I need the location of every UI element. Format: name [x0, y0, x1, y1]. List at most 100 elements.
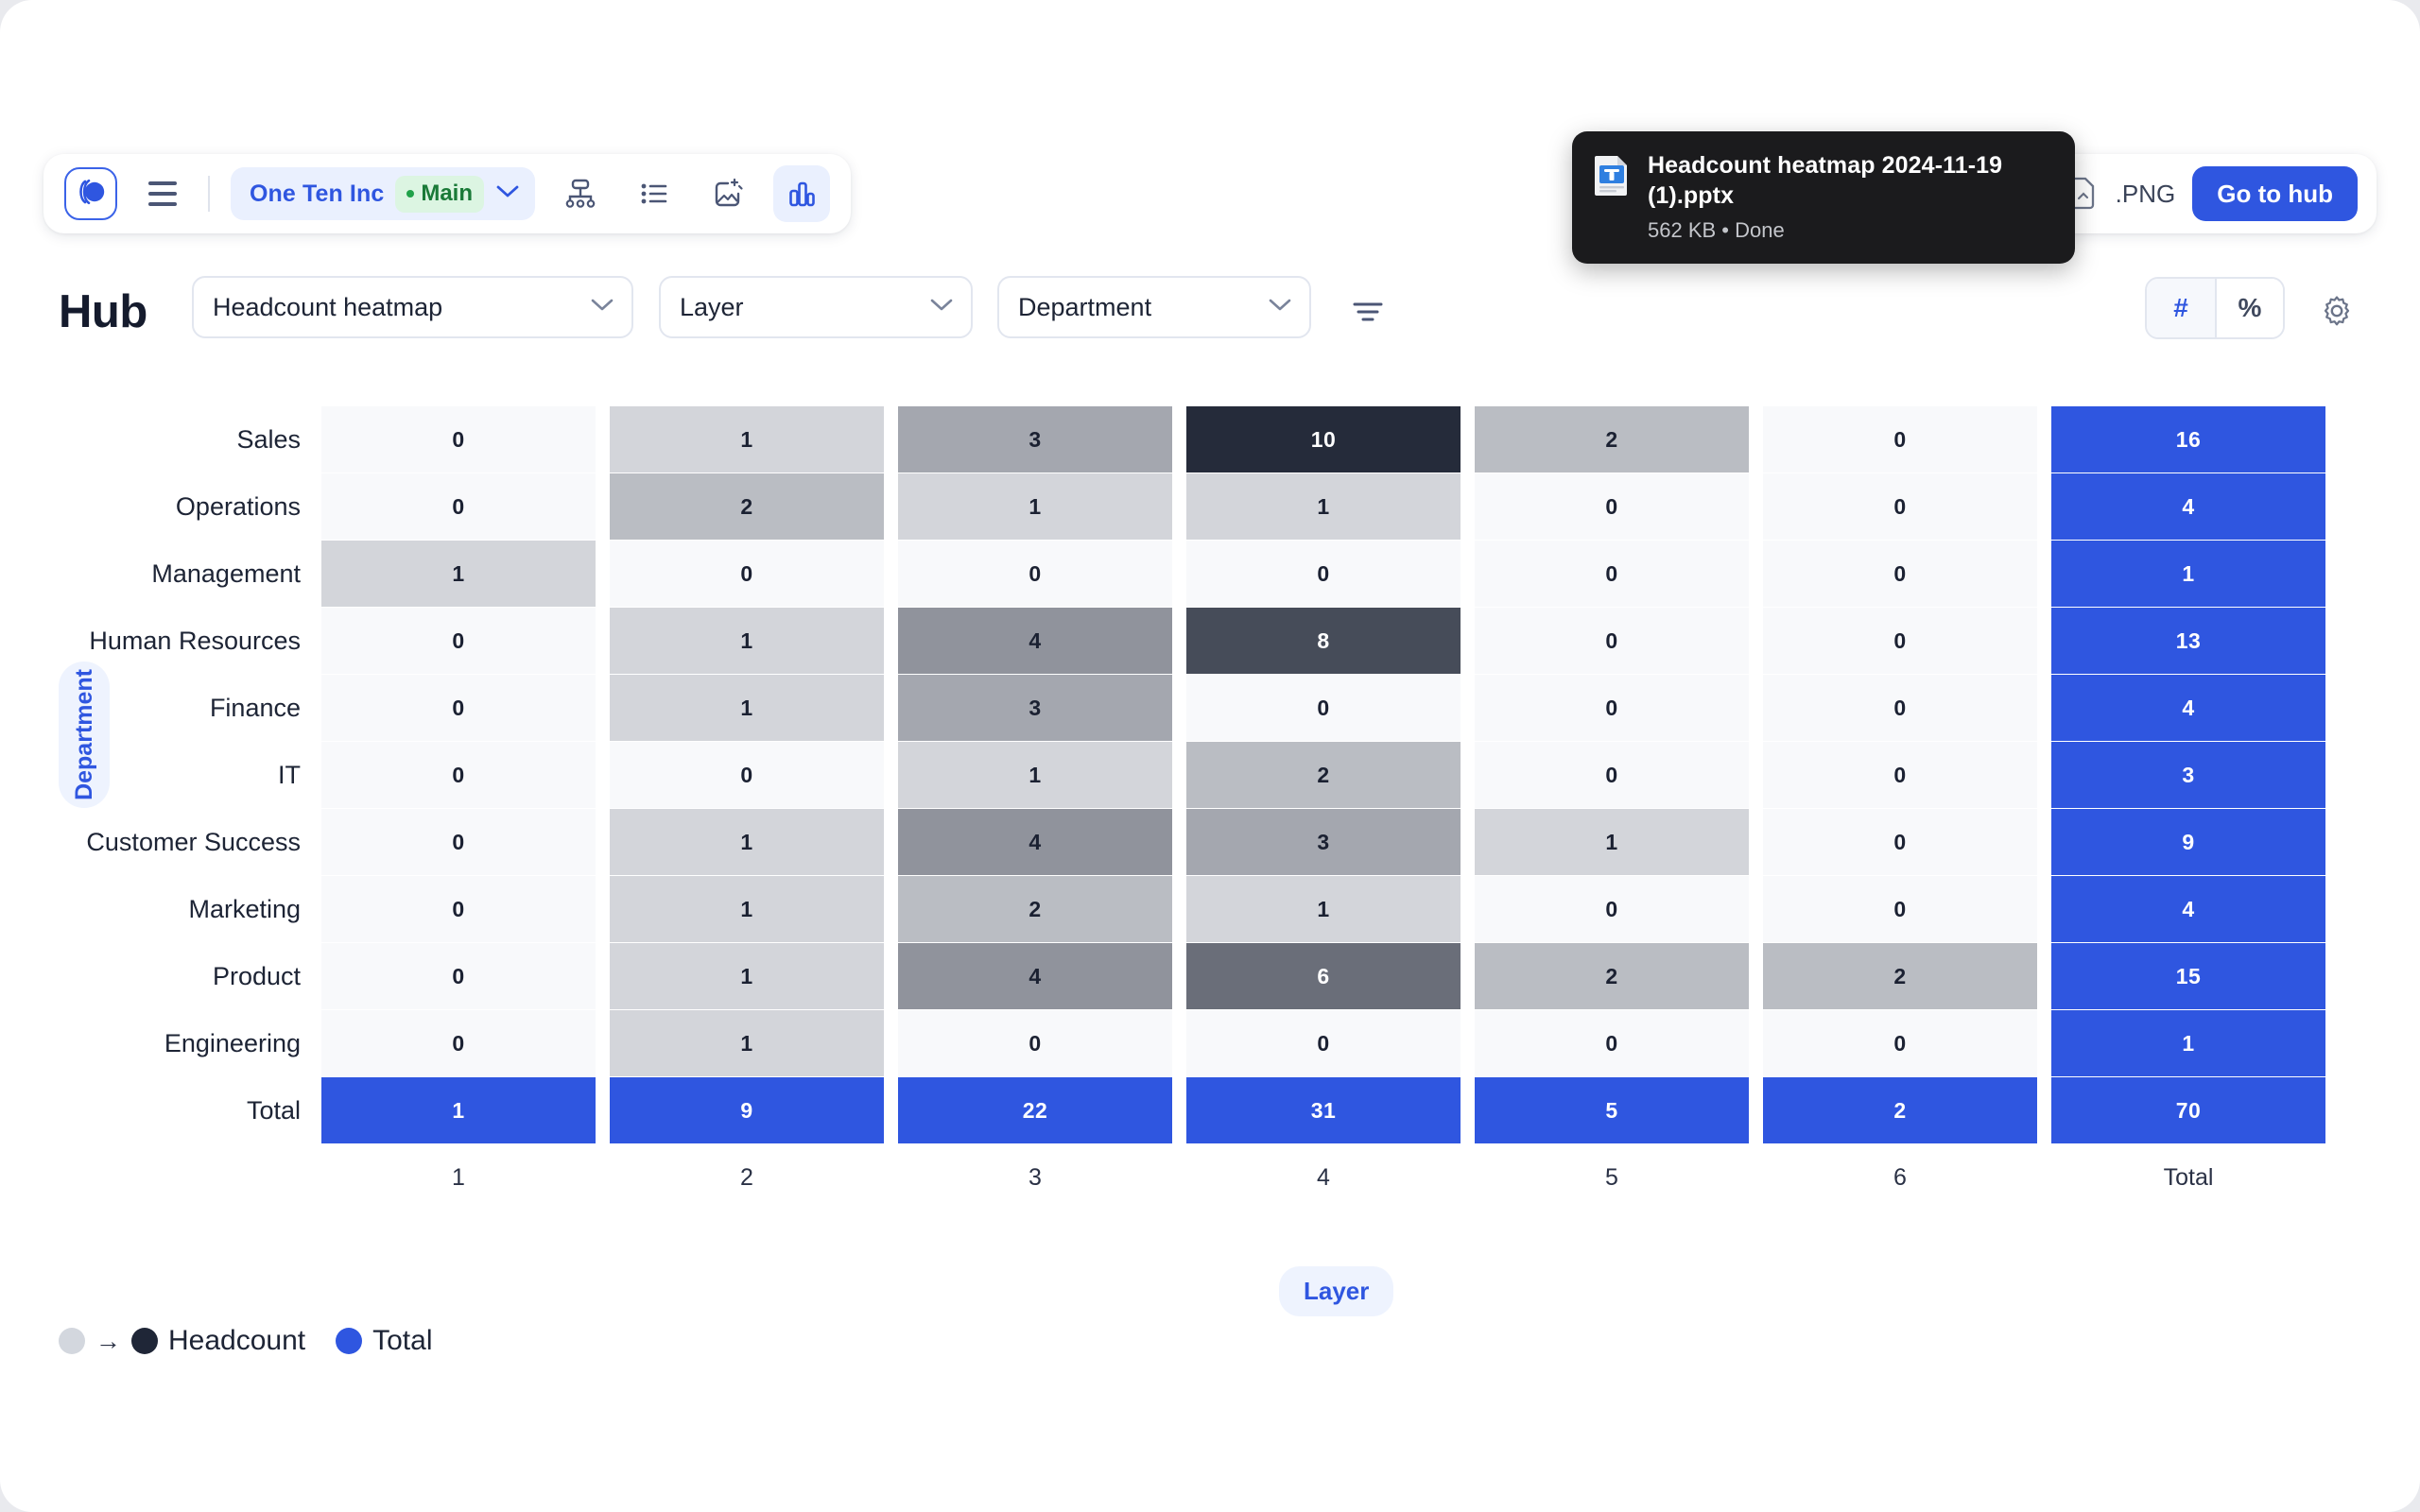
heatmap-total-cell[interactable]: 15	[2051, 943, 2325, 1009]
page-title: Hub	[59, 286, 147, 337]
org-selector[interactable]: One Ten Inc Main	[231, 167, 535, 220]
heatmap-total-cell[interactable]: 4	[2051, 473, 2325, 540]
report-select[interactable]: Headcount heatmap	[192, 276, 633, 338]
bar-chart-icon[interactable]	[773, 165, 830, 222]
heatmap-cell[interactable]: 0	[321, 742, 596, 808]
download-toast[interactable]: Headcount heatmap 2024-11-19 (1).pptx 56…	[1572, 131, 2075, 264]
heatmap-cell[interactable]: 1	[898, 742, 1172, 808]
heatmap-cell[interactable]: 6	[1186, 943, 1461, 1009]
heatmap-total-cell[interactable]: 1	[2051, 1010, 2325, 1076]
heatmap-cell[interactable]: 2	[1763, 943, 2037, 1009]
heatmap-cell[interactable]: 31	[1186, 1077, 1461, 1143]
gear-icon[interactable]	[2312, 286, 2361, 335]
heatmap-cell[interactable]: 0	[1763, 541, 2037, 607]
heatmap-cell[interactable]: 2	[1475, 406, 1749, 472]
heatmap-cell[interactable]: 0	[1186, 675, 1461, 741]
org-chart-icon[interactable]	[552, 165, 609, 222]
heatmap-cell[interactable]: 1	[1186, 876, 1461, 942]
heatmap-cell[interactable]: 1	[610, 943, 884, 1009]
png-label: .PNG	[2115, 179, 2176, 208]
mode-count-button[interactable]: #	[2147, 279, 2215, 337]
image-ai-icon[interactable]	[700, 165, 756, 222]
heatmap-total-cell[interactable]: 13	[2051, 608, 2325, 674]
heatmap-cell[interactable]: 1	[898, 473, 1172, 540]
heatmap-cell[interactable]: 1	[610, 1010, 884, 1076]
heatmap-cell[interactable]: 10	[1186, 406, 1461, 472]
heatmap-total-cell[interactable]: 9	[2051, 809, 2325, 875]
heatmap-row: IT 0 0 1 2 0 0 3	[278, 742, 2325, 808]
heatmap-cell[interactable]: 3	[898, 406, 1172, 472]
heatmap-cell[interactable]: 0	[1475, 675, 1749, 741]
row-label: Management	[151, 559, 301, 588]
heatmap-cell[interactable]: 1	[321, 1077, 596, 1143]
heatmap-cell[interactable]: 0	[1763, 406, 2037, 472]
legend: → Headcount Total	[59, 1325, 432, 1357]
heatmap-cell[interactable]: 8	[1186, 608, 1461, 674]
heatmap-cell[interactable]: 0	[321, 473, 596, 540]
list-icon[interactable]	[626, 165, 683, 222]
heatmap-cell[interactable]: 0	[321, 1010, 596, 1076]
heatmap-cell[interactable]: 0	[1475, 876, 1749, 942]
heatmap-cell[interactable]: 0	[1475, 473, 1749, 540]
heatmap-cell[interactable]: 0	[610, 541, 884, 607]
heatmap-total-cell[interactable]: 4	[2051, 675, 2325, 741]
app-window: One Ten Inc Main .PNG Go to hub Headcoun…	[0, 0, 2420, 1512]
heatmap-cell[interactable]: 0	[1763, 742, 2037, 808]
heatmap-cell[interactable]: 0	[1763, 809, 2037, 875]
heatmap-cell[interactable]: 4	[898, 608, 1172, 674]
heatmap-cell[interactable]: 1	[610, 809, 884, 875]
heatmap-cell[interactable]: 0	[1186, 541, 1461, 607]
heatmap-cell[interactable]: 0	[610, 742, 884, 808]
heatmap-row: Human Resources 0 1 4 8 0 0 13	[89, 608, 2325, 674]
heatmap-cell[interactable]: 0	[898, 541, 1172, 607]
heatmap-cell[interactable]: 0	[1186, 1010, 1461, 1076]
heatmap-cell[interactable]: 9	[610, 1077, 884, 1143]
heatmap-cell[interactable]: 1	[1475, 809, 1749, 875]
heatmap-cell[interactable]: 2	[1763, 1077, 2037, 1143]
heatmap-cell[interactable]: 0	[1763, 675, 2037, 741]
heatmap-cell[interactable]: 2	[610, 473, 884, 540]
filter-icon[interactable]	[1341, 288, 1394, 335]
heatmap-cell[interactable]: 0	[1763, 473, 2037, 540]
heatmap-total-cell[interactable]: 16	[2051, 406, 2325, 472]
heatmap-cell[interactable]: 0	[1475, 608, 1749, 674]
heatmap-cell[interactable]: 0	[321, 406, 596, 472]
heatmap-cell[interactable]: 0	[321, 675, 596, 741]
heatmap-cell[interactable]: 0	[1763, 608, 2037, 674]
heatmap-cell[interactable]: 2	[1475, 943, 1749, 1009]
heatmap-cell[interactable]: 2	[898, 876, 1172, 942]
heatmap-cell[interactable]: 5	[1475, 1077, 1749, 1143]
heatmap-cell[interactable]: 0	[1475, 742, 1749, 808]
app-logo-button[interactable]	[64, 167, 117, 220]
heatmap-total-cell[interactable]: 3	[2051, 742, 2325, 808]
heatmap-cell[interactable]: 0	[1763, 876, 2037, 942]
mode-percent-button[interactable]: %	[2215, 279, 2283, 337]
heatmap-total-cell[interactable]: 70	[2051, 1077, 2325, 1143]
heatmap-cell[interactable]: 4	[898, 809, 1172, 875]
heatmap-cell[interactable]: 1	[610, 876, 884, 942]
heatmap-cell[interactable]: 0	[321, 608, 596, 674]
department-select[interactable]: Department	[997, 276, 1311, 338]
heatmap-cell[interactable]: 1	[610, 406, 884, 472]
heatmap-cell[interactable]: 3	[1186, 809, 1461, 875]
heatmap-total-cell[interactable]: 4	[2051, 876, 2325, 942]
menu-button[interactable]	[134, 167, 191, 220]
heatmap-cell[interactable]: 0	[321, 809, 596, 875]
heatmap-cell[interactable]: 0	[1475, 541, 1749, 607]
heatmap-cell[interactable]: 0	[1475, 1010, 1749, 1076]
layer-select[interactable]: Layer	[659, 276, 973, 338]
heatmap-cell[interactable]: 0	[898, 1010, 1172, 1076]
heatmap-cell[interactable]: 0	[1763, 1010, 2037, 1076]
heatmap-cell[interactable]: 0	[321, 943, 596, 1009]
heatmap-cell[interactable]: 1	[1186, 473, 1461, 540]
heatmap-cell[interactable]: 4	[898, 943, 1172, 1009]
heatmap-cell[interactable]: 1	[610, 608, 884, 674]
heatmap-cell[interactable]: 0	[321, 876, 596, 942]
go-to-hub-button[interactable]: Go to hub	[2192, 166, 2358, 221]
heatmap-total-cell[interactable]: 1	[2051, 541, 2325, 607]
heatmap-cell[interactable]: 1	[610, 675, 884, 741]
heatmap-cell[interactable]: 22	[898, 1077, 1172, 1143]
heatmap-cell[interactable]: 3	[898, 675, 1172, 741]
heatmap-cell[interactable]: 2	[1186, 742, 1461, 808]
heatmap-cell[interactable]: 1	[321, 541, 596, 607]
